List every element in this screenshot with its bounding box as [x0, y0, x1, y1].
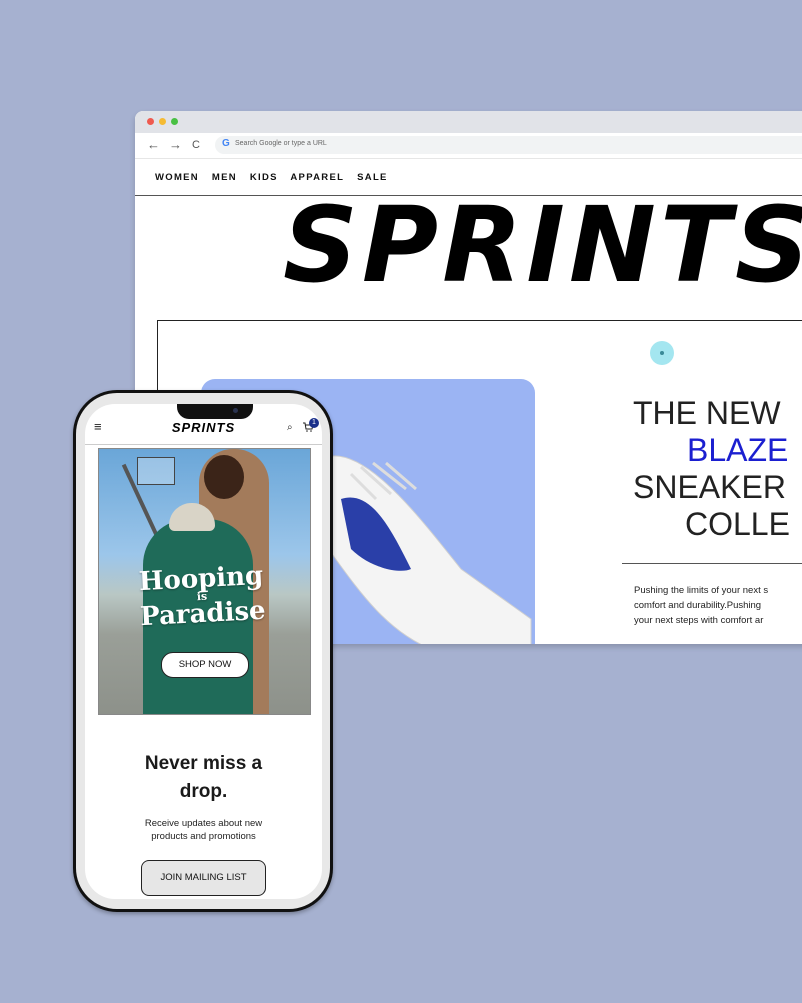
browser-toolbar: ← → C G Search Google or type a URL — [135, 133, 802, 159]
nav-link-men[interactable]: MEN — [212, 172, 237, 183]
hero-headline: THE NEW BLAZE SNEAKER COLLE — [633, 395, 802, 543]
headline-line-1: THE NEW — [633, 395, 781, 431]
nav-link-sale[interactable]: SALE — [357, 172, 388, 183]
mobile-phone-mockup: ≡ SPRINTS ⌕ 1 Hooping is Paradise SHOP N… — [73, 390, 333, 912]
phone-bezel: ≡ SPRINTS ⌕ 1 Hooping is Paradise SHOP N… — [76, 393, 330, 909]
title-line-1: Never miss a — [144, 753, 263, 774]
newsletter-subtitle: Receive updates about new products and p… — [85, 817, 322, 843]
close-window-icon[interactable] — [147, 118, 154, 125]
title-line-2: drop. — [179, 781, 228, 802]
search-icon[interactable]: ⌕ — [287, 422, 293, 433]
reload-icon[interactable]: C — [192, 137, 200, 153]
decorative-dot — [650, 341, 674, 365]
address-bar-placeholder: Search Google or type a URL — [235, 140, 327, 147]
address-bar[interactable]: G Search Google or type a URL — [215, 136, 802, 154]
basketball-hoop — [137, 457, 175, 485]
headline-line-4: COLLE — [685, 506, 790, 542]
shop-now-button[interactable]: SHOP NOW — [161, 652, 249, 678]
maximize-window-icon[interactable] — [171, 118, 178, 125]
headline-line-3: SNEAKER — [633, 469, 786, 505]
subtitle-line-2: products and promotions — [151, 831, 256, 842]
divider — [622, 563, 802, 564]
google-logo-icon: G — [222, 138, 230, 149]
cart-count-badge: 1 — [309, 418, 319, 428]
forward-arrow-icon[interactable]: → — [169, 137, 182, 153]
minimize-window-icon[interactable] — [159, 118, 166, 125]
hero-graphic-text: Hooping is Paradise — [126, 561, 279, 633]
nav-link-women[interactable]: WOMEN — [155, 172, 199, 183]
nav-link-kids[interactable]: KIDS — [250, 172, 278, 183]
description-line-2: comfort and durability.Pushing — [634, 600, 762, 611]
hero-description: Pushing the limits of your next s comfor… — [634, 583, 802, 628]
person-head — [204, 455, 244, 499]
description-line-1: Pushing the limits of your next s — [634, 585, 769, 596]
subtitle-line-1: Receive updates about new — [144, 818, 263, 829]
headline-line-2: BLAZE — [687, 432, 789, 468]
nav-link-apparel[interactable]: APPAREL — [290, 172, 344, 183]
mobile-header: ≡ SPRINTS ⌕ 1 — [85, 418, 322, 445]
mobile-hero-image: Hooping is Paradise SHOP NOW — [98, 448, 311, 715]
camera-icon — [233, 408, 238, 413]
browser-titlebar — [135, 111, 802, 133]
site-logo-wordmark[interactable]: SPRINTS — [283, 193, 802, 297]
description-line-3: your next steps with comfort ar — [634, 615, 764, 626]
newsletter-title: Never miss a drop. — [85, 750, 322, 806]
back-arrow-icon[interactable]: ← — [147, 137, 160, 153]
phone-notch — [177, 404, 253, 419]
phone-screen: ≡ SPRINTS ⌕ 1 Hooping is Paradise SHOP N… — [85, 404, 322, 899]
hero-text-line-3: Paradise — [139, 595, 267, 633]
join-mailing-list-button[interactable]: JOIN MAILING LIST — [141, 860, 266, 896]
